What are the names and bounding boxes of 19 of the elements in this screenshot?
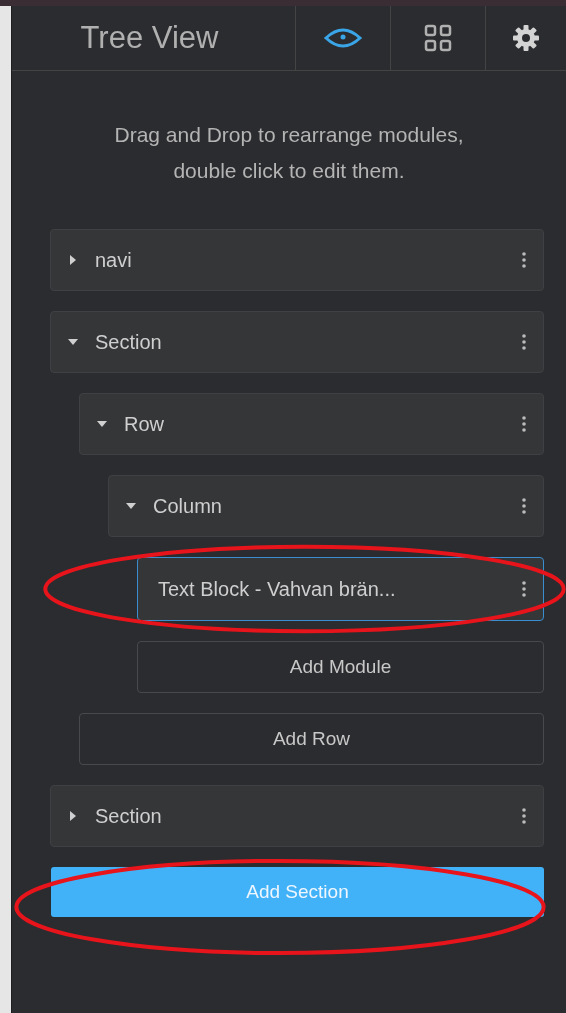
more-icon[interactable] xyxy=(521,333,527,351)
tree-item[interactable]: Row xyxy=(79,393,544,455)
tree-item[interactable]: Section xyxy=(50,311,544,373)
tree-item[interactable]: Column xyxy=(108,475,544,537)
instructions-text: Drag and Drop to rearrange modules, double click to edit them. xyxy=(113,122,465,184)
eye-icon xyxy=(324,26,362,50)
settings-icon xyxy=(511,24,540,52)
more-icon[interactable] xyxy=(521,497,527,515)
more-icon[interactable] xyxy=(521,580,527,598)
add-button[interactable]: Add Row xyxy=(79,713,544,765)
panel-title: Tree View xyxy=(80,20,219,56)
more-icon[interactable] xyxy=(521,807,527,825)
add-button[interactable]: Add Module xyxy=(137,641,544,693)
tree-item[interactable]: Text Block - Vahvan brän... xyxy=(137,557,544,621)
tree-item[interactable]: navi xyxy=(50,229,544,291)
grid-icon xyxy=(424,24,452,52)
more-icon[interactable] xyxy=(521,415,527,433)
tree-item[interactable]: Section xyxy=(50,785,544,847)
more-icon[interactable] xyxy=(521,251,527,269)
